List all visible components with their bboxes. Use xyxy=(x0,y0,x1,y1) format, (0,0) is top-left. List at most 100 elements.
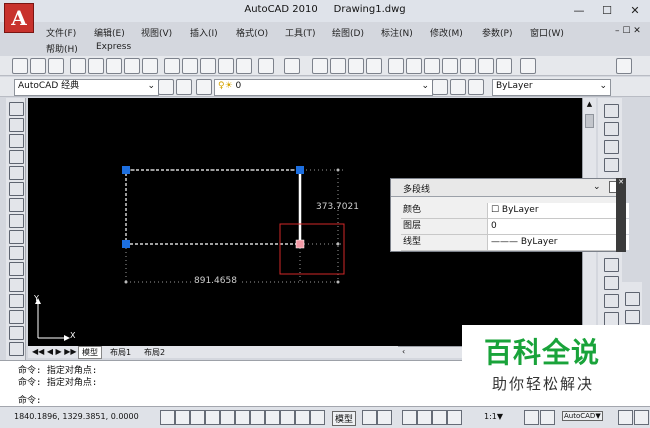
scroll-up-icon[interactable]: ▲ xyxy=(585,100,594,110)
document-window-controls[interactable]: – ☐ ✕ xyxy=(615,26,641,36)
make-current-layer-icon[interactable] xyxy=(432,79,448,95)
property-value[interactable]: ☐ ByLayer xyxy=(487,203,629,218)
model-space-button[interactable]: 模型 xyxy=(332,411,357,426)
property-value[interactable]: 0 xyxy=(487,219,629,234)
copy-object-icon[interactable] xyxy=(604,122,619,136)
close-button[interactable]: ✕ xyxy=(622,2,648,20)
redo-icon[interactable] xyxy=(284,58,300,74)
sheet-set-icon[interactable] xyxy=(442,58,458,74)
workspace-settings-icon[interactable] xyxy=(158,79,174,95)
polygon-icon[interactable] xyxy=(9,150,24,164)
gradient-icon[interactable] xyxy=(9,342,24,356)
menu-express[interactable]: Express xyxy=(96,42,131,52)
line-icon[interactable] xyxy=(9,102,24,116)
offset-icon[interactable] xyxy=(604,158,619,172)
tab-navigation-icon[interactable]: ◀◀ ◀ ▶ ▶▶ xyxy=(32,347,77,356)
property-row-linetype[interactable]: 线型 ——— ByLayer xyxy=(401,235,629,251)
zoom-icon[interactable] xyxy=(417,410,432,425)
layer-previous-icon[interactable] xyxy=(450,79,466,95)
erase-icon[interactable] xyxy=(604,104,619,118)
annotation-scale[interactable]: 1:1▼ xyxy=(484,412,503,421)
match-properties-icon[interactable] xyxy=(218,58,234,74)
print-preview-icon[interactable] xyxy=(88,58,104,74)
undo-icon[interactable] xyxy=(258,58,274,74)
tab-model[interactable]: 模型 xyxy=(78,346,102,359)
point-icon[interactable] xyxy=(9,310,24,324)
autocad-logo-icon[interactable]: A xyxy=(4,3,34,33)
menu-modify[interactable]: 修改(M) xyxy=(430,26,463,39)
object-snap-tracking-icon[interactable] xyxy=(250,410,265,425)
snap-mode-icon[interactable] xyxy=(175,410,190,425)
workspace-switching[interactable]: AutoCAD▼ xyxy=(562,411,603,421)
publish-icon[interactable] xyxy=(106,58,122,74)
maximize-button[interactable]: ☐ xyxy=(594,2,620,20)
menu-format[interactable]: 格式(O) xyxy=(236,26,268,39)
mirror-icon[interactable] xyxy=(604,140,619,154)
menu-help[interactable]: 帮助(H) xyxy=(46,42,78,55)
menu-dimension[interactable]: 标注(N) xyxy=(381,26,413,39)
text-style-icon[interactable] xyxy=(520,58,536,74)
pan-icon[interactable] xyxy=(402,410,417,425)
auto-scale-icon[interactable] xyxy=(540,410,555,425)
properties-close-strip[interactable]: ✕ xyxy=(616,178,626,252)
ellipse-icon[interactable] xyxy=(9,246,24,260)
lineweight-icon[interactable] xyxy=(295,410,310,425)
make-block-icon[interactable] xyxy=(9,294,24,308)
menu-view[interactable]: 视图(V) xyxy=(141,26,172,39)
new-file-icon[interactable] xyxy=(12,58,28,74)
grip-top-right[interactable] xyxy=(296,166,304,174)
showmotion-icon[interactable] xyxy=(447,410,462,425)
3d-dwf-icon[interactable] xyxy=(142,58,158,74)
pan-icon[interactable] xyxy=(312,58,328,74)
minimize-button[interactable]: — xyxy=(566,2,592,20)
polar-tracking-icon[interactable] xyxy=(220,410,235,425)
quickcalc-icon[interactable] xyxy=(478,58,494,74)
layer-dropdown[interactable]: ♀☀ 0 ⌄ xyxy=(214,79,433,96)
menu-draw[interactable]: 绘图(D) xyxy=(332,26,364,39)
coordinate-readout[interactable]: 1840.1896, 1329.3851, 0.0000 xyxy=(14,412,139,421)
dynamic-input-icon[interactable] xyxy=(280,410,295,425)
send-to-back-icon[interactable] xyxy=(625,310,640,324)
polyline-icon[interactable] xyxy=(9,134,24,148)
toolbar-lock-icon[interactable] xyxy=(618,410,633,425)
grid-display-icon[interactable] xyxy=(190,410,205,425)
paste-icon[interactable] xyxy=(200,58,216,74)
layer-manager-icon[interactable] xyxy=(176,79,192,95)
print-icon[interactable] xyxy=(70,58,86,74)
dim-style-icon[interactable] xyxy=(616,58,632,74)
command-prompt[interactable]: 命令: xyxy=(18,393,41,406)
block-editor-icon[interactable] xyxy=(236,58,252,74)
tab-layout1[interactable]: 布局1 xyxy=(110,347,131,358)
steering-wheel-icon[interactable] xyxy=(432,410,447,425)
zoom-realtime-icon[interactable] xyxy=(330,58,346,74)
tool-palettes-icon[interactable] xyxy=(424,58,440,74)
extend-icon[interactable] xyxy=(604,258,619,272)
menu-tools[interactable]: 工具(T) xyxy=(285,26,316,39)
property-row-layer[interactable]: 图层 0 xyxy=(401,219,629,235)
hatch-icon[interactable] xyxy=(9,326,24,340)
scroll-left-icon[interactable]: ‹ xyxy=(402,347,405,356)
zoom-window-icon[interactable] xyxy=(348,58,364,74)
chamfer-icon[interactable] xyxy=(604,312,619,326)
workspace-dropdown[interactable]: AutoCAD 经典 ⌄ xyxy=(14,79,159,96)
ellipse-arc-icon[interactable] xyxy=(9,262,24,276)
annotation-visibility-icon[interactable] xyxy=(524,410,539,425)
scroll-thumb[interactable] xyxy=(585,114,594,128)
menu-insert[interactable]: 插入(I) xyxy=(190,26,218,39)
help-icon[interactable] xyxy=(496,58,512,74)
dynamic-ucs-icon[interactable] xyxy=(265,410,280,425)
circle-icon[interactable] xyxy=(9,198,24,212)
menu-window[interactable]: 窗口(W) xyxy=(530,26,564,39)
color-dropdown[interactable]: ByLayer ⌄ xyxy=(492,79,611,96)
join-icon[interactable] xyxy=(604,294,619,308)
chevron-down-icon[interactable]: ⌄ xyxy=(593,182,601,192)
open-file-icon[interactable] xyxy=(30,58,46,74)
property-row-color[interactable]: 颜色 ☐ ByLayer xyxy=(401,203,629,219)
menu-edit[interactable]: 编辑(E) xyxy=(94,26,125,39)
infer-constraints-icon[interactable] xyxy=(160,410,175,425)
tab-layout2[interactable]: 布局2 xyxy=(144,347,165,358)
menu-parametric[interactable]: 参数(P) xyxy=(482,26,512,39)
markup-icon[interactable] xyxy=(460,58,476,74)
zoom-previous-icon[interactable] xyxy=(366,58,382,74)
save-icon[interactable] xyxy=(48,58,64,74)
